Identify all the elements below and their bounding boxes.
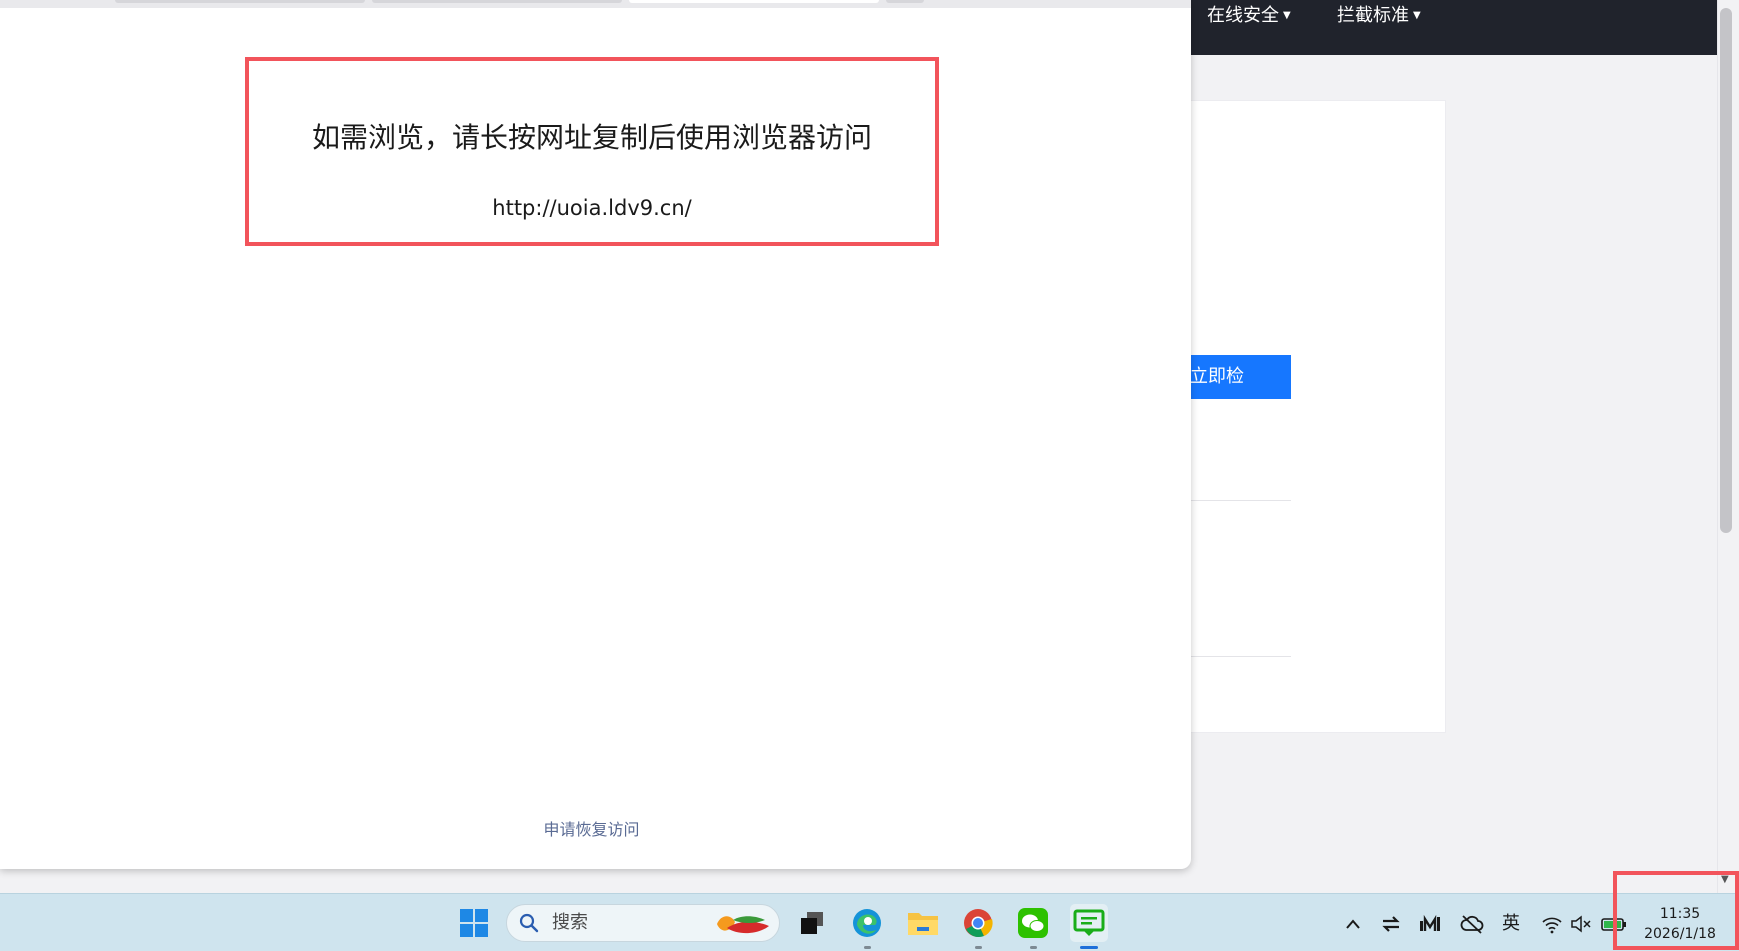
recover-access-link[interactable]: 申请恢复访问 <box>0 816 1183 840</box>
new-tab-button[interactable] <box>886 0 924 3</box>
nav-item-online-security[interactable]: 在线安全 ▼ <box>1207 0 1291 32</box>
taskbar-search[interactable]: 搜索 <box>506 904 780 942</box>
running-indicator <box>975 946 982 949</box>
wifi-icon[interactable] <box>1541 913 1563 935</box>
search-icon <box>519 913 539 933</box>
tab-strip <box>0 0 1191 8</box>
caret-down-icon: ▼ <box>1283 10 1291 21</box>
transfer-icon[interactable] <box>1381 913 1401 935</box>
tab[interactable] <box>115 0 365 3</box>
running-indicator <box>864 946 871 949</box>
divider <box>1190 656 1291 657</box>
chat-icon[interactable] <box>1070 904 1108 942</box>
divider <box>1190 500 1291 501</box>
edge-icon[interactable] <box>851 907 883 939</box>
wechat-icon[interactable] <box>1017 907 1049 939</box>
input-method-indicator[interactable]: 英 <box>1502 913 1520 935</box>
detect-now-button[interactable]: 立即检测 <box>1190 355 1291 431</box>
tab[interactable] <box>372 0 622 3</box>
clock-highlight-box <box>1613 871 1739 950</box>
nav-label: 拦截标准 <box>1337 5 1409 26</box>
nav-item-block-standard[interactable]: 拦截标准 ▼ <box>1337 0 1421 32</box>
message-url: http://uoia.ldv9.cn/ <box>492 196 692 220</box>
volume-muted-icon[interactable] <box>1570 913 1592 935</box>
message-box: 如需浏览，请长按网址复制后使用浏览器访问 http://uoia.ldv9.cn… <box>245 57 939 246</box>
file-explorer-icon[interactable] <box>907 907 939 939</box>
tab-active[interactable] <box>629 0 879 3</box>
start-icon[interactable] <box>458 907 490 939</box>
chrome-icon[interactable] <box>962 907 994 939</box>
scrollbar-thumb[interactable] <box>1720 8 1732 533</box>
active-indicator <box>1080 946 1098 949</box>
chili-pepper-icon <box>717 916 769 934</box>
blocked-page-popup: 如需浏览，请长按网址复制后使用浏览器访问 http://uoia.ldv9.cn… <box>0 0 1191 869</box>
detect-button-label: 立即检测 <box>1190 366 1244 431</box>
cloud-offline-icon[interactable] <box>1460 913 1484 935</box>
message-title: 如需浏览，请长按网址复制后使用浏览器访问 <box>311 121 872 154</box>
search-placeholder: 搜索 <box>552 912 588 933</box>
caret-down-icon: ▼ <box>1413 10 1421 21</box>
chevron-up-icon[interactable] <box>1345 913 1361 935</box>
nav-label: 在线安全 <box>1207 5 1279 26</box>
running-indicator <box>1030 946 1037 949</box>
audio-meter-icon[interactable] <box>1419 913 1441 935</box>
task-view-icon[interactable] <box>796 907 828 939</box>
top-nav-bar: 在线安全 ▼ 拦截标准 ▼ <box>1190 0 1717 55</box>
